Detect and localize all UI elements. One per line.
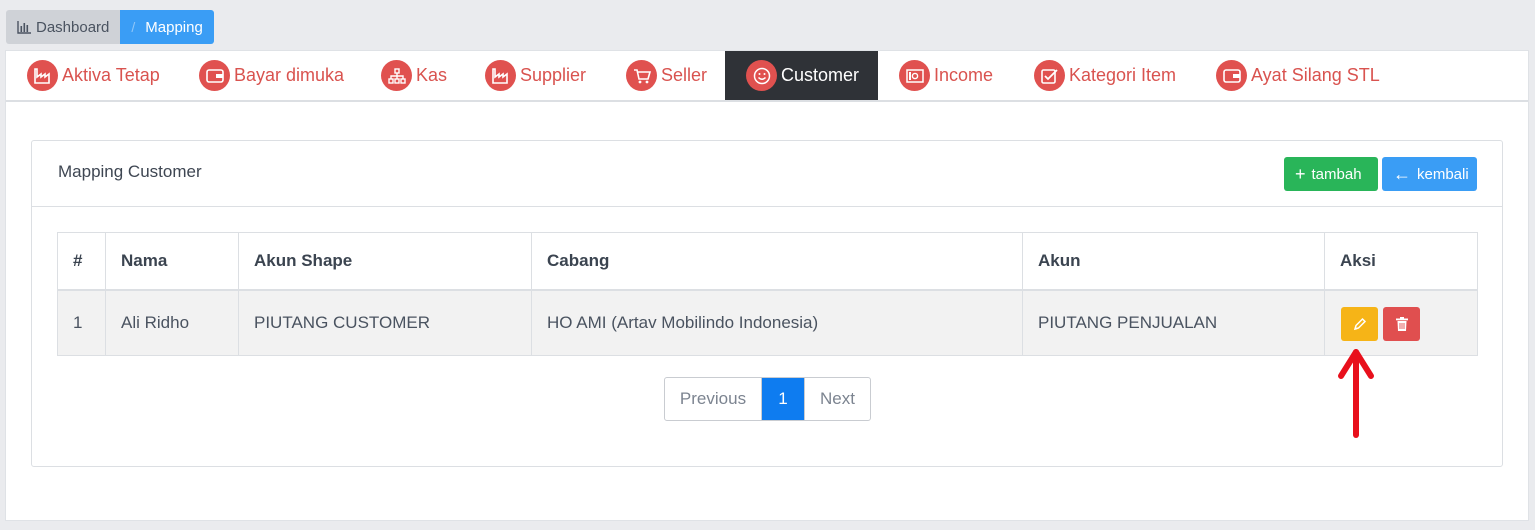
tab-label: Customer	[781, 65, 860, 85]
checkbox-icon	[1034, 60, 1065, 91]
tab-kategori-item[interactable]: Kategori Item	[1034, 51, 1176, 100]
tab-label: Seller	[661, 65, 708, 85]
breadcrumb-dashboard[interactable]: Dashboard	[6, 10, 121, 44]
annotation-arrow-icon	[1338, 349, 1374, 438]
tab-label: Income	[934, 65, 994, 85]
smile-icon	[746, 60, 777, 91]
mapping-panel: Mapping Customer + tambah ← kembali # Na…	[31, 140, 1503, 467]
tambah-button[interactable]: + tambah	[1284, 157, 1378, 191]
pagination-page-1[interactable]: 1	[762, 378, 804, 420]
factory-icon	[485, 60, 516, 91]
pencil-icon	[1353, 317, 1366, 330]
cell-akun-shape: PIUTANG CUSTOMER	[238, 289, 532, 356]
tab-label: Supplier	[520, 65, 587, 85]
delete-button[interactable]	[1383, 306, 1420, 341]
panel-header: Mapping Customer + tambah ← kembali	[32, 141, 1502, 207]
panel-title: Mapping Customer	[58, 162, 202, 181]
arrow-left-icon: ←	[1393, 164, 1411, 184]
cell-nama: Ali Ridho	[105, 289, 239, 356]
cell-number: 1	[57, 289, 106, 356]
cell-cabang: HO AMI (Artav Mobilindo Indonesia)	[531, 289, 1023, 356]
tab-label: Aktiva Tetap	[62, 65, 160, 85]
col-header-nama: Nama	[105, 232, 239, 291]
sitemap-icon	[381, 60, 412, 91]
bar-chart-icon	[17, 20, 31, 34]
tab-aktiva-tetap[interactable]: Aktiva Tetap	[27, 51, 160, 100]
col-header-cabang: Cabang	[531, 232, 1023, 291]
col-header-aksi: Aksi	[1324, 232, 1478, 291]
tab-supplier[interactable]: Supplier	[485, 51, 586, 100]
trash-icon	[1395, 316, 1408, 331]
col-header-akun: Akun	[1022, 232, 1325, 291]
kembali-button[interactable]: ← kembali	[1382, 157, 1477, 191]
tab-income[interactable]: Income	[899, 51, 993, 100]
breadcrumb-dashboard-label: Dashboard	[36, 18, 110, 36]
cart-icon	[626, 60, 657, 91]
plus-icon: +	[1295, 164, 1306, 184]
mapping-table: # Nama Akun Shape Cabang Akun Aksi 1 Ali…	[57, 232, 1478, 356]
table-header-row: # Nama Akun Shape Cabang Akun Aksi	[57, 232, 1478, 291]
wallet-icon	[1216, 60, 1247, 91]
pagination-next[interactable]: Next	[804, 378, 870, 420]
tab-label: Kas	[416, 65, 448, 85]
tab-ayat-silang-stl[interactable]: Ayat Silang STL	[1216, 51, 1380, 100]
tambah-label: tambah	[1311, 165, 1362, 183]
kembali-label: kembali	[1417, 165, 1469, 183]
edit-button[interactable]	[1341, 306, 1378, 341]
col-header-number: #	[57, 232, 106, 291]
breadcrumb: Dashboard / Mapping	[6, 10, 214, 44]
pagination-previous[interactable]: Previous	[665, 378, 762, 420]
wallet-icon	[199, 60, 230, 91]
main-card: Aktiva Tetap Bayar dimuka Kas Supplier S…	[5, 50, 1529, 521]
tab-kas[interactable]: Kas	[381, 51, 447, 100]
money-icon	[899, 60, 930, 91]
tab-label: Ayat Silang STL	[1251, 65, 1380, 85]
tab-customer[interactable]: Customer	[725, 51, 878, 100]
tab-label: Bayar dimuka	[234, 65, 345, 85]
cell-akun: PIUTANG PENJUALAN	[1022, 289, 1325, 356]
tab-bar: Aktiva Tetap Bayar dimuka Kas Supplier S…	[6, 51, 1528, 102]
col-header-akun-shape: Akun Shape	[238, 232, 532, 291]
factory-icon	[27, 60, 58, 91]
breadcrumb-separator: /	[131, 19, 136, 35]
tab-label: Kategori Item	[1069, 65, 1177, 85]
pagination: Previous 1 Next	[664, 377, 871, 421]
table-row: 1 Ali Ridho PIUTANG CUSTOMER HO AMI (Art…	[57, 289, 1478, 356]
breadcrumb-mapping-label: Mapping	[145, 18, 203, 36]
tab-seller[interactable]: Seller	[626, 51, 707, 100]
tab-bayar-dimuka[interactable]: Bayar dimuka	[199, 51, 344, 100]
breadcrumb-mapping: / Mapping	[120, 10, 214, 44]
